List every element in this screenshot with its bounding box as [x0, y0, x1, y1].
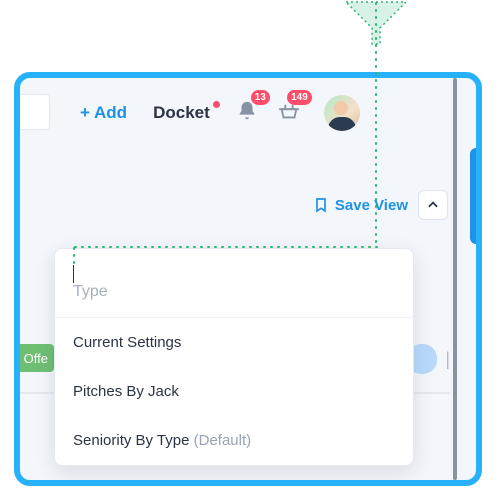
- bg-divider: |: [445, 349, 450, 370]
- docket-link[interactable]: Docket: [153, 103, 210, 123]
- view-option-label: Pitches By Jack: [73, 383, 179, 400]
- bookmark-icon: [313, 197, 329, 213]
- save-view-label: Save View: [335, 197, 408, 214]
- view-option[interactable]: Seniority By Type (Default): [55, 416, 413, 465]
- app-frame: Search + Add Docket 13 149 Save View Off…: [14, 72, 482, 486]
- view-option[interactable]: Pitches By Jack: [55, 367, 413, 416]
- basket-button[interactable]: 149: [278, 100, 300, 127]
- avatar[interactable]: [324, 95, 360, 131]
- bg-chip: Offe: [14, 344, 54, 372]
- view-option-label: Seniority By Type: [73, 432, 189, 449]
- popover-search-row: [55, 249, 413, 318]
- view-option-label: Current Settings: [73, 334, 181, 351]
- views-popover: Current Settings Pitches By Jack Seniori…: [54, 248, 414, 466]
- dotted-path: [374, 0, 378, 245]
- view-option-suffix: (Default): [189, 432, 251, 449]
- add-button[interactable]: + Add: [80, 103, 127, 123]
- search-tab[interactable]: Search: [470, 148, 482, 244]
- chevron-up-icon: [426, 198, 440, 212]
- search-icon: [478, 215, 482, 229]
- dotted-path: [72, 245, 76, 265]
- view-filter-input[interactable]: [73, 283, 395, 301]
- collapse-button[interactable]: [418, 190, 448, 220]
- docket-label: Docket: [153, 103, 210, 122]
- search-tab-label: Search: [477, 163, 483, 211]
- notification-dot-icon: [213, 101, 220, 108]
- text-cursor: [73, 265, 74, 283]
- view-option[interactable]: Current Settings: [55, 318, 413, 367]
- notifications-button[interactable]: 13: [236, 100, 258, 127]
- save-view-button[interactable]: Save View: [313, 197, 408, 214]
- dotted-path: [72, 245, 380, 249]
- basket-badge: 149: [287, 90, 312, 105]
- topbar: + Add Docket 13 149: [20, 78, 476, 148]
- save-view-row: Save View: [313, 190, 448, 220]
- notification-badge: 13: [251, 90, 270, 105]
